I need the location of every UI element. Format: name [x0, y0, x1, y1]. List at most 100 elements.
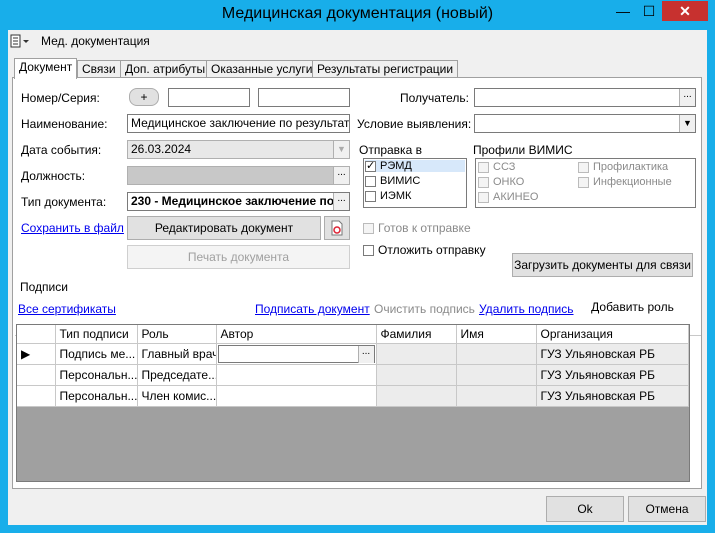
column-header[interactable]: Роль [137, 325, 217, 344]
signatures-group-label: Подписи [18, 280, 70, 294]
recipient-lookup-button[interactable]: ... [679, 89, 695, 106]
table-cell[interactable]: Член комис... [137, 385, 217, 407]
current-row-indicator-icon: ▶ [17, 343, 56, 365]
document-menu-icon[interactable] [10, 34, 30, 51]
window-title: Медицинская документация (новый) [221, 5, 494, 22]
vimis-infection-label: Инфекционные [593, 176, 672, 188]
clear-signature-link[interactable]: Очистить подпись [374, 302, 475, 316]
table-cell[interactable]: Персональн... [55, 385, 138, 407]
postpone-send-label: Отложить отправку [378, 243, 486, 257]
table-cell[interactable] [456, 385, 537, 407]
author-cell[interactable]: ... [216, 343, 377, 365]
save-to-file-link[interactable]: Сохранить в файл [21, 221, 124, 235]
table-row[interactable]: ▶ Подпись ме... Главный врач ... ГУЗ Уль… [17, 343, 689, 365]
table-cell[interactable]: ГУЗ Ульяновская РБ [536, 343, 689, 365]
table-cell[interactable] [216, 385, 377, 407]
vimis-ssz[interactable]: ССЗ [478, 161, 515, 173]
column-header[interactable]: Имя [456, 325, 537, 344]
date-input[interactable]: 26.03.2024 ▼ [127, 140, 350, 159]
column-header[interactable]: Организация [536, 325, 689, 344]
vimis-prophylaxis[interactable]: Профилактика [578, 161, 668, 173]
column-header[interactable]: Автор [216, 325, 377, 344]
recipient-input[interactable]: ... [474, 88, 696, 107]
doctype-value: 230 - Медицинское заключение по [131, 194, 335, 208]
vimis-akineo[interactable]: АКИНЕО [478, 191, 539, 203]
table-header-row: Тип подписи Роль Автор Фамилия Имя Орган… [17, 325, 689, 344]
load-linked-docs-button[interactable]: Загрузить документы для связи [512, 253, 693, 277]
doctype-lookup-button[interactable]: ... [333, 193, 349, 210]
position-label: Должность: [21, 169, 86, 183]
number-input[interactable] [168, 88, 250, 107]
postpone-send[interactable]: Отложить отправку [363, 243, 486, 257]
table-cell[interactable]: ГУЗ Ульяновская РБ [536, 385, 689, 407]
date-dropdown-icon[interactable]: ▼ [333, 141, 349, 158]
doctype-input[interactable]: 230 - Медицинское заключение по ... [127, 192, 350, 211]
pdf-icon [331, 220, 343, 236]
table-cell[interactable] [376, 385, 457, 407]
maximize-button[interactable]: ☐ [636, 1, 662, 21]
condition-label: Условие выявления: [357, 117, 472, 131]
column-header[interactable]: Фамилия [376, 325, 457, 344]
send-to-iemk[interactable]: ИЭМК [365, 190, 411, 202]
table-row[interactable]: Персональн... Председате... ГУЗ Ульяновс… [17, 364, 689, 386]
titlebar: Медицинская документация (новый) — ☐ ✕ [0, 0, 715, 30]
table-cell[interactable]: Подпись ме... [55, 343, 138, 365]
add-number-button[interactable]: + [129, 88, 159, 106]
position-input[interactable]: ... [127, 166, 350, 185]
table-cell[interactable] [376, 343, 457, 365]
position-lookup-button[interactable]: ... [333, 167, 349, 184]
date-value: 26.03.2024 [131, 142, 192, 156]
menubar: Мед. документация [8, 30, 707, 52]
sign-document-link[interactable]: Подписать документ [255, 302, 370, 316]
vimis-onko[interactable]: ОНКО [478, 176, 524, 188]
send-to-vimis-label: ВИМИС [380, 175, 421, 187]
date-label: Дата события: [21, 143, 102, 157]
ready-to-send-label: Готов к отправке [378, 221, 471, 235]
send-to-remd[interactable]: РЭМД [365, 159, 465, 172]
vimis-akineo-label: АКИНЕО [493, 191, 539, 203]
tab-document[interactable]: Документ [14, 58, 78, 79]
pdf-button[interactable] [324, 216, 350, 240]
edit-document-button[interactable]: Редактировать документ [127, 216, 321, 240]
delete-signature-link[interactable]: Удалить подпись [479, 302, 574, 316]
minimize-button[interactable]: — [610, 1, 636, 21]
ok-button[interactable]: Ok [546, 496, 624, 522]
table-row[interactable]: Персональн... Член комис... ГУЗ Ульяновс… [17, 385, 689, 407]
table-cell[interactable] [456, 364, 537, 386]
table-cell[interactable]: ГУЗ Ульяновская РБ [536, 364, 689, 386]
send-to-vimis[interactable]: ВИМИС [365, 175, 420, 187]
vimis-onko-label: ОНКО [493, 176, 525, 188]
table-cell[interactable]: Председате... [137, 364, 217, 386]
add-role-button[interactable]: Добавить роль [578, 295, 687, 319]
send-to-iemk-label: ИЭМК [380, 190, 412, 202]
signatures-table: Тип подписи Роль Автор Фамилия Имя Орган… [17, 325, 689, 407]
name-input[interactable]: Медицинское заключение по результатам [127, 114, 350, 133]
table-cell[interactable]: Главный врач [137, 343, 217, 365]
vimis-list: ССЗ Профилактика ОНКО Инфекционные АКИНЕ… [475, 158, 696, 208]
condition-select[interactable]: ▼ [474, 114, 696, 133]
menu-med-doc[interactable]: Мед. документация [41, 34, 150, 48]
tab-services[interactable]: Оказанные услуги [206, 60, 318, 78]
table-cell[interactable] [376, 364, 457, 386]
series-input[interactable] [258, 88, 350, 107]
column-header[interactable]: Тип подписи [55, 325, 138, 344]
cancel-button[interactable]: Отмена [628, 496, 706, 522]
table-cell[interactable]: Персональн... [55, 364, 138, 386]
print-document-button[interactable]: Печать документа [127, 245, 350, 269]
doctype-label: Тип документа: [21, 195, 107, 209]
ready-to-send[interactable]: Готов к отправке [363, 221, 471, 235]
author-lookup-button[interactable]: ... [357, 346, 374, 363]
row-selector-header [17, 325, 56, 344]
condition-dropdown-icon[interactable]: ▼ [679, 115, 695, 132]
close-button[interactable]: ✕ [662, 1, 708, 21]
table-cell[interactable] [216, 364, 377, 386]
tab-extra-attributes[interactable]: Доп. атрибуты [120, 60, 211, 78]
vimis-prophylaxis-label: Профилактика [593, 161, 669, 173]
tab-links[interactable]: Связи [77, 60, 121, 78]
number-label: Номер/Серия: [21, 91, 100, 105]
vimis-infection[interactable]: Инфекционные [578, 176, 672, 188]
all-certificates-link[interactable]: Все сертификаты [18, 302, 116, 316]
tab-registration-results[interactable]: Результаты регистрации [312, 60, 459, 78]
table-cell[interactable] [456, 343, 537, 365]
vimis-ssz-label: ССЗ [493, 161, 516, 173]
